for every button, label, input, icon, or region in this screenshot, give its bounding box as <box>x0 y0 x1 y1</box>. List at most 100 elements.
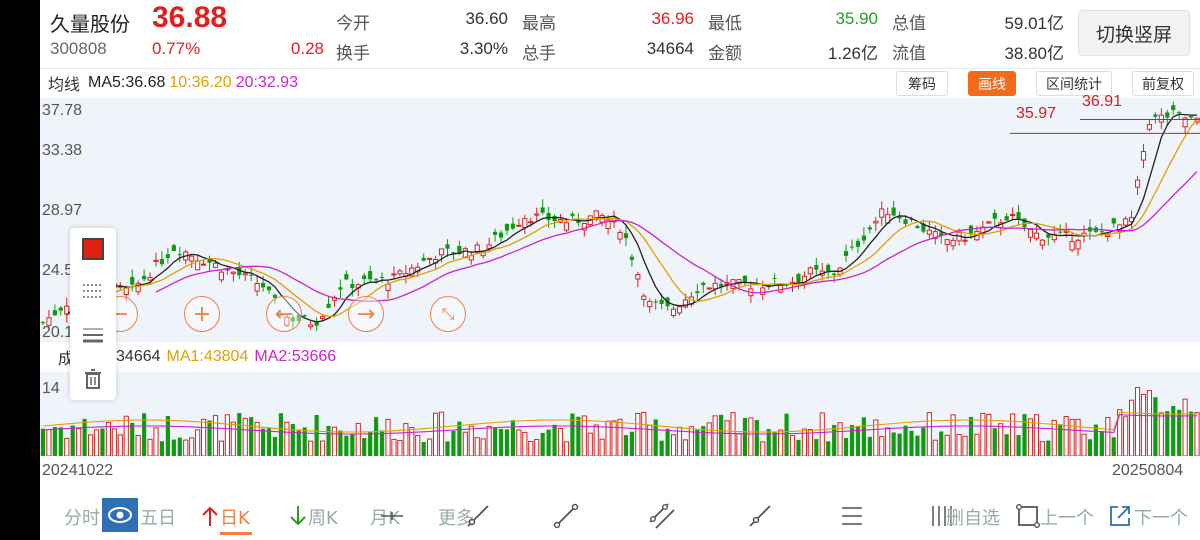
volume-bar <box>665 428 670 456</box>
candle-body <box>177 254 182 256</box>
volume-bar <box>956 434 962 457</box>
stat-open-label: 今开 <box>336 14 370 34</box>
segment-line-icon <box>553 503 579 529</box>
red-color-swatch-icon <box>82 238 104 260</box>
stat-volume-label: 总手 <box>522 44 556 64</box>
volume-bar <box>159 441 165 456</box>
volume-bar <box>82 418 87 456</box>
volume-bar <box>486 426 492 457</box>
volume-value: 34664 <box>116 348 161 365</box>
candle-body <box>308 324 314 328</box>
candle-body <box>362 275 367 280</box>
candle-body <box>1140 151 1147 161</box>
segment-line-tool[interactable] <box>550 500 582 532</box>
candle-body <box>52 310 57 316</box>
candle-body <box>641 295 647 300</box>
previous-stock-button[interactable]: 上一个 <box>1040 504 1094 530</box>
volume-bar <box>100 428 105 456</box>
volume-bar <box>272 436 278 456</box>
volume-bar <box>712 415 718 457</box>
candle-body <box>171 245 176 252</box>
volume-bar <box>368 431 373 456</box>
candle-body <box>165 254 170 258</box>
volume-bar <box>147 438 153 457</box>
volume-bar <box>207 420 212 456</box>
scroll-left-button[interactable]: ← <box>266 296 302 332</box>
candle-body <box>879 208 885 218</box>
ma5-value: MA5:36.68 <box>88 74 166 91</box>
trend-line-tool[interactable] <box>744 500 776 532</box>
candle-body <box>1165 112 1170 118</box>
candle-body <box>504 224 510 231</box>
ma-indicator-bar[interactable]: 均线 MA5:36.68 10:36.20 20:32.93 <box>40 70 298 96</box>
candle-body <box>623 233 629 239</box>
color-picker-button[interactable] <box>78 234 108 264</box>
volume-bar <box>921 427 926 456</box>
ma10-value: 10:36.20 <box>169 74 232 91</box>
percent-change: 0.77% <box>152 39 201 58</box>
candle-body <box>1046 234 1051 238</box>
volume-bar <box>617 418 623 457</box>
candle-body <box>1004 216 1009 221</box>
eye-icon <box>108 507 132 523</box>
candle-body <box>254 283 260 292</box>
zoom-in-button[interactable]: + <box>184 296 220 332</box>
line-style-button[interactable] <box>78 276 108 306</box>
volume-bar <box>879 436 885 457</box>
volume-bar <box>826 441 831 456</box>
candle-body <box>676 306 683 314</box>
period-wuri[interactable]: 五日 <box>140 504 176 530</box>
volume-bar <box>123 415 129 457</box>
drawn-line-annotation-low[interactable]: 35.97 <box>1016 105 1056 123</box>
ma5-line <box>66 113 1198 323</box>
volume-bar <box>1177 409 1182 456</box>
candle-body <box>706 287 712 290</box>
chips-button[interactable]: 筹码 <box>896 71 948 96</box>
line-width-button[interactable] <box>78 320 108 350</box>
candle-body <box>695 291 700 294</box>
adjust-button[interactable]: 前复权 <box>1132 71 1194 96</box>
delete-drawing-button[interactable] <box>78 364 108 394</box>
candle-body <box>302 315 307 317</box>
volume-bar <box>932 439 938 457</box>
volume-bar <box>998 423 1004 457</box>
share-tool[interactable] <box>1104 500 1136 532</box>
plus-icon: + <box>192 301 212 327</box>
switch-portrait-button[interactable]: 切换竖屏 <box>1078 10 1190 56</box>
volume-bar <box>319 440 326 457</box>
volume-chart-area[interactable] <box>40 372 1200 457</box>
drawn-line-annotation-high[interactable]: 36.91 <box>1082 93 1122 111</box>
volume-bar <box>635 413 641 457</box>
volume-bar <box>754 420 759 456</box>
candle-body <box>855 240 861 247</box>
candle-body <box>1039 239 1045 246</box>
dashed-lines-icon <box>83 284 103 298</box>
period-zhouk[interactable]: 周K <box>308 504 338 530</box>
candle-body <box>249 274 254 276</box>
restore-button[interactable]: ⤡ <box>430 296 466 332</box>
parallel-line-tool[interactable] <box>646 500 678 532</box>
volume-bar <box>789 434 796 457</box>
volume-bar <box>218 440 225 457</box>
candle-body <box>915 226 920 229</box>
horizontal-line-icon <box>381 512 403 520</box>
stat-amount-value: 1.26亿 <box>827 44 878 63</box>
next-stock-button[interactable]: 下一个 <box>1134 504 1188 530</box>
horizontal-line-tool[interactable] <box>376 500 408 532</box>
scroll-right-button[interactable]: → <box>348 296 384 332</box>
period-fenshi[interactable]: 分时 <box>64 504 100 530</box>
draw-line-button[interactable]: 画线 <box>968 71 1016 96</box>
volume-bar <box>849 425 855 456</box>
remove-watchlist-button[interactable]: 删自选 <box>946 504 1000 530</box>
ray-line-tool[interactable] <box>462 500 494 532</box>
volume-bar <box>796 439 801 456</box>
fibonacci-tool[interactable] <box>836 500 868 532</box>
volume-bar <box>724 420 730 457</box>
period-rik[interactable]: 日K <box>220 504 250 530</box>
volume-bar <box>736 433 742 457</box>
volume-bar <box>701 426 706 456</box>
eye-toggle-button[interactable] <box>102 498 138 532</box>
volume-bar <box>1063 416 1069 457</box>
candle-body <box>1027 229 1034 238</box>
candle-body <box>950 239 956 247</box>
